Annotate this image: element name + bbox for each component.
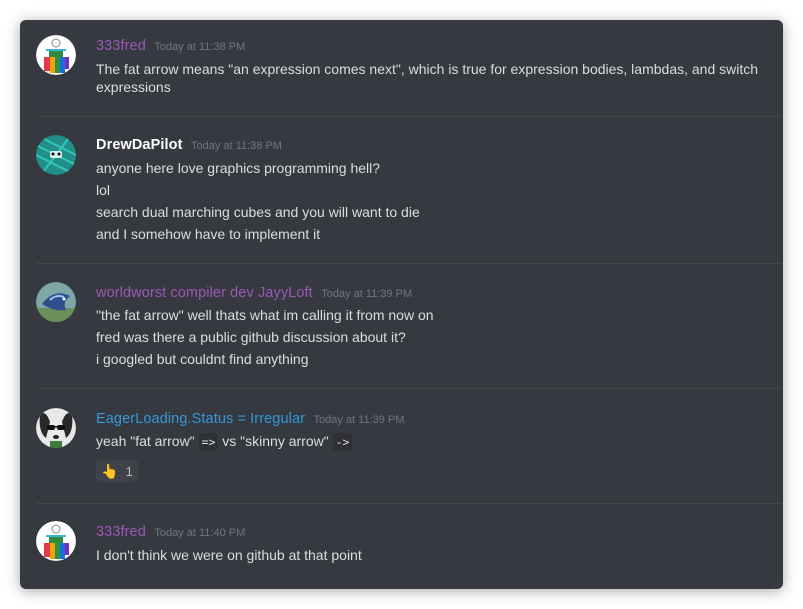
avatar-333fred[interactable] — [36, 35, 76, 75]
username[interactable]: 333fred — [96, 524, 146, 540]
timestamp: Today at 11:39 PM — [321, 288, 413, 300]
avatar-drewdapilot[interactable] — [36, 135, 76, 175]
message-text: "the fat arrow" well thats what im calli… — [96, 307, 434, 323]
message-text-part: vs "skinny arrow" — [218, 433, 333, 449]
message-text: anyone here love graphics programming he… — [96, 160, 381, 176]
message-text: fred was there a public github discussio… — [96, 329, 406, 345]
teal-pattern-icon — [36, 135, 76, 175]
pointing-hand-icon: 👆 — [101, 462, 119, 479]
bird-icon — [36, 282, 76, 322]
message-divider — [36, 263, 783, 264]
inline-code: -> — [332, 433, 353, 451]
avatar-eagerloading[interactable] — [36, 408, 76, 448]
rainbow-figure-icon — [36, 521, 76, 561]
avatar-333fred[interactable] — [36, 521, 76, 561]
username[interactable]: 333fred — [96, 38, 146, 54]
message-header: 333fred Today at 11:40 PM — [96, 523, 245, 541]
message-text: and I somehow have to implement it — [96, 226, 321, 242]
inline-code: => — [198, 433, 219, 451]
reaction-button[interactable]: 👆 1 — [96, 460, 138, 482]
avatar-jayyloft[interactable] — [36, 282, 76, 322]
timestamp: Today at 11:39 PM — [313, 414, 405, 426]
message-text-part: yeah "fat arrow" — [96, 433, 199, 449]
username[interactable]: EagerLoading.Status = Irregular — [96, 411, 305, 427]
message-text: I don't think we were on github at that … — [96, 547, 362, 563]
message-divider — [36, 116, 783, 117]
message-header: DrewDaPilot Today at 11:38 PM — [96, 136, 282, 154]
username[interactable]: DrewDaPilot — [96, 137, 183, 153]
message-header: 333fred Today at 11:38 PM — [96, 37, 245, 55]
message-divider — [36, 503, 783, 504]
timestamp: Today at 11:40 PM — [154, 527, 246, 539]
message-header: EagerLoading.Status = Irregular Today at… — [96, 410, 404, 428]
timestamp: Today at 11:38 PM — [154, 41, 246, 53]
dog-with-sunglasses-icon — [36, 408, 76, 448]
message-header: worldworst compiler dev JayyLoft Today a… — [96, 284, 412, 302]
reaction-count: 1 — [125, 463, 133, 479]
message-text: lol — [96, 182, 111, 198]
chat-window: 333fred Today at 11:38 PM The fat arrow … — [20, 20, 783, 589]
rainbow-figure-icon — [36, 35, 76, 75]
message-divider — [36, 388, 783, 389]
message-text: expressions — [96, 79, 171, 95]
username[interactable]: worldworst compiler dev JayyLoft — [96, 285, 313, 301]
message-text: search dual marching cubes and you will … — [96, 204, 420, 220]
message-text: i googled but couldnt find anything — [96, 351, 309, 367]
timestamp: Today at 11:38 PM — [190, 140, 282, 152]
message-text: yeah "fat arrow" => vs "skinny arrow" -> — [96, 430, 763, 453]
